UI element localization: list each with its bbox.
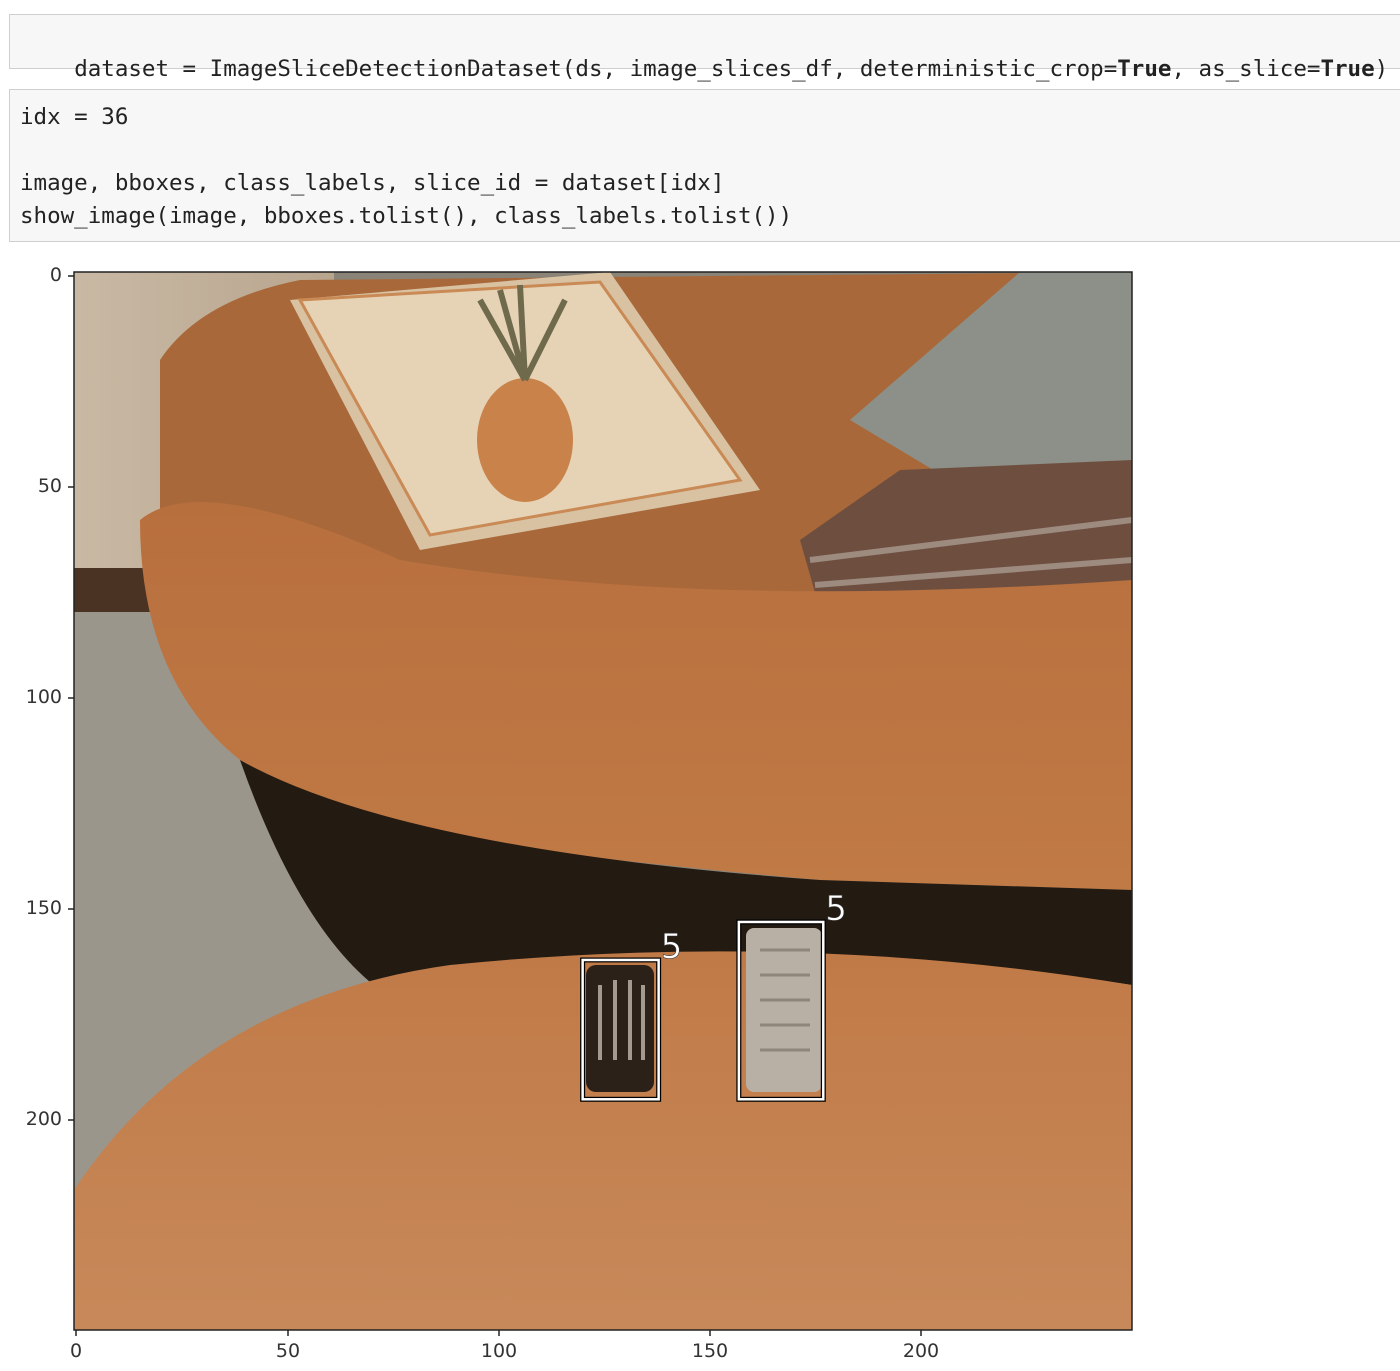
bbox-class-label: 5 (661, 927, 683, 967)
code-text: dataset = ImageSliceDetectionDataset(ds,… (74, 56, 1118, 82)
code-cell-1[interactable]: dataset = ImageSliceDetectionDataset(ds,… (9, 14, 1400, 82)
code-text: ) (1374, 56, 1389, 82)
code-text: , as_slice= (1171, 56, 1321, 82)
image-plot: 55 (68, 271, 1133, 1336)
code-line-1: idx = 36 (20, 104, 129, 130)
y-tick-label: 50 (37, 475, 62, 497)
y-tick-label: 100 (25, 686, 62, 708)
x-tick-label: 50 (275, 1340, 301, 1362)
y-tick-label: 0 (49, 264, 62, 286)
y-tick-label: 150 (25, 897, 62, 919)
x-tick-label: 0 (69, 1340, 83, 1362)
code-keyword: True (1320, 56, 1375, 82)
output-plot: 55 0 50 100 150 200 0 50 100 150 200 (0, 250, 1400, 1371)
code-line-3: image, bboxes, class_labels, slice_id = … (20, 170, 725, 196)
code-keyword: True (1117, 56, 1172, 82)
image-icon (74, 272, 1132, 1330)
bbox-class-label: 5 (825, 889, 847, 929)
code-line-4: show_image(image, bboxes.tolist(), class… (20, 203, 793, 229)
y-tick-label: 200 (25, 1108, 62, 1130)
code-cell-2[interactable]: idx = 36 image, bboxes, class_labels, sl… (9, 89, 1400, 242)
x-tick-label: 100 (480, 1340, 518, 1362)
x-tick-label: 150 (691, 1340, 729, 1362)
x-tick-label: 200 (902, 1340, 940, 1362)
